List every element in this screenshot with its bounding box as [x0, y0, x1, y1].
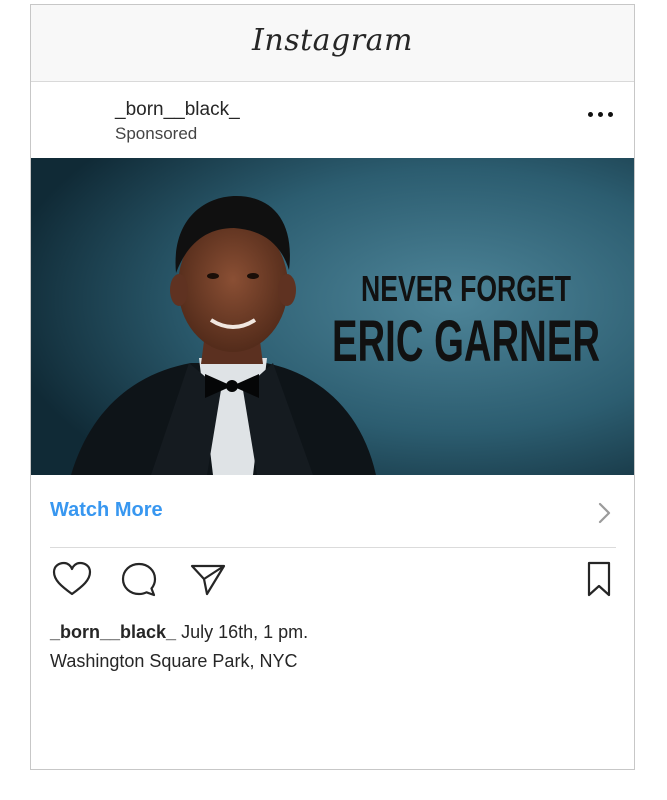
post-actions-bar — [31, 560, 634, 610]
watch-more-cta[interactable]: Watch More — [31, 476, 634, 548]
post-username[interactable]: _born__black_ — [115, 99, 240, 121]
caption-location: Washington Square Park, NYC — [50, 651, 298, 671]
instagram-window: Instagram _born__black_ Sponsored NEVER … — [30, 4, 635, 770]
post-header: _born__black_ Sponsored — [31, 82, 634, 158]
bookmark-icon[interactable] — [585, 560, 613, 598]
image-headline-line1: NEVER FORGET — [361, 268, 571, 309]
app-logo: Instagram — [252, 23, 413, 58]
sponsored-label: Sponsored — [115, 124, 198, 143]
top-navigation-bar: Instagram — [31, 5, 634, 82]
avatar[interactable] — [49, 96, 109, 156]
share-icon[interactable] — [189, 560, 227, 598]
post-caption: _born__black_ July 16th, 1 pm. — [50, 622, 308, 643]
comment-icon[interactable] — [119, 560, 159, 600]
more-options-icon[interactable] — [588, 110, 616, 120]
post-image[interactable]: NEVER FORGET ERIC GARNER — [31, 158, 634, 475]
caption-text: July 16th, 1 pm. — [181, 622, 309, 642]
watch-more-label[interactable]: Watch More — [50, 499, 163, 522]
post-image-graphic: NEVER FORGET ERIC GARNER — [31, 158, 634, 475]
caption-username[interactable]: _born__black_ — [50, 622, 176, 642]
chevron-right-icon[interactable] — [598, 502, 612, 524]
divider — [50, 547, 616, 548]
image-headline-line2: ERIC GARNER — [332, 309, 600, 374]
heart-icon[interactable] — [51, 560, 93, 598]
